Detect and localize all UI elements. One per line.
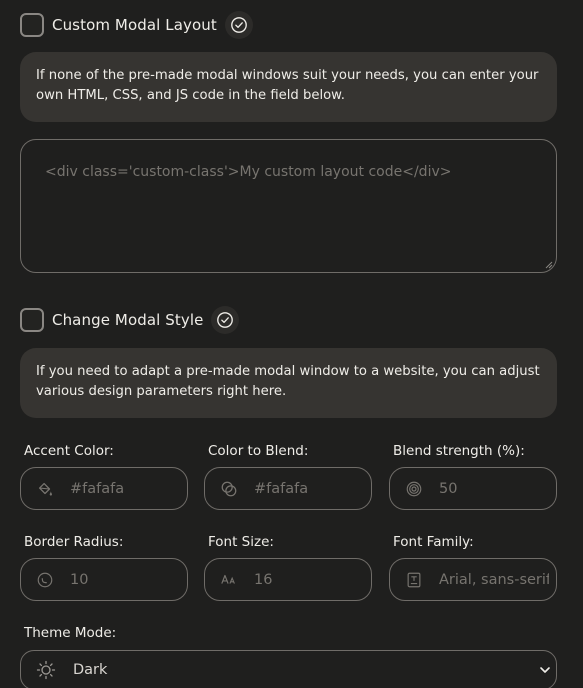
accent-color-field[interactable]: [20, 467, 188, 510]
border-radius-label: Border Radius:: [24, 534, 124, 550]
font-size-input[interactable]: [254, 571, 364, 588]
custom-code-textarea[interactable]: <div class='custom-class'>My custom layo…: [20, 139, 557, 273]
paint-bucket-icon: [35, 479, 55, 499]
custom-layout-title: Custom Modal Layout: [52, 16, 217, 34]
sun-moon-icon: [35, 659, 57, 681]
blend-strength-label: Blend strength (%):: [393, 443, 525, 459]
color-to-blend-input[interactable]: [254, 480, 364, 497]
code-placeholder: <div class='custom-class'>My custom layo…: [45, 164, 452, 180]
theme-mode-label: Theme Mode:: [24, 625, 117, 641]
theme-mode-select[interactable]: Dark: [20, 650, 557, 688]
color-to-blend-label: Color to Blend:: [208, 443, 309, 459]
modal-style-header: Change Modal Style: [20, 306, 240, 334]
font-size-icon: [219, 570, 239, 590]
custom-layout-header: Custom Modal Layout: [20, 11, 253, 39]
modal-style-title: Change Modal Style: [52, 311, 204, 329]
modal-style-checkbox[interactable]: [20, 308, 44, 332]
modal-style-notice: If you need to adapt a pre-made modal wi…: [20, 348, 557, 418]
spiral-icon: [404, 479, 424, 499]
radius-icon: [35, 570, 55, 590]
color-to-blend-field[interactable]: [204, 467, 372, 510]
border-radius-input[interactable]: [70, 571, 180, 588]
font-family-icon: [404, 570, 424, 590]
accent-color-input[interactable]: [70, 480, 180, 497]
font-size-field[interactable]: [204, 558, 372, 601]
blend-strength-input[interactable]: [439, 480, 549, 497]
blend-strength-field[interactable]: [389, 467, 557, 510]
custom-layout-checkbox[interactable]: [20, 13, 44, 37]
custom-layout-notice: If none of the pre-made modal windows su…: [20, 52, 557, 122]
font-size-label: Font Size:: [208, 534, 274, 550]
resize-grip-icon[interactable]: [543, 259, 553, 269]
blend-circles-icon: [219, 479, 239, 499]
font-family-label: Font Family:: [393, 534, 474, 550]
font-family-input[interactable]: [439, 571, 549, 588]
border-radius-field[interactable]: [20, 558, 188, 601]
check-circle-icon[interactable]: [224, 11, 253, 39]
font-family-field[interactable]: [389, 558, 557, 601]
check-circle-icon[interactable]: [211, 306, 240, 334]
chevron-down-icon: [540, 667, 550, 673]
accent-color-label: Accent Color:: [24, 443, 114, 459]
theme-mode-value: Dark: [73, 662, 108, 678]
